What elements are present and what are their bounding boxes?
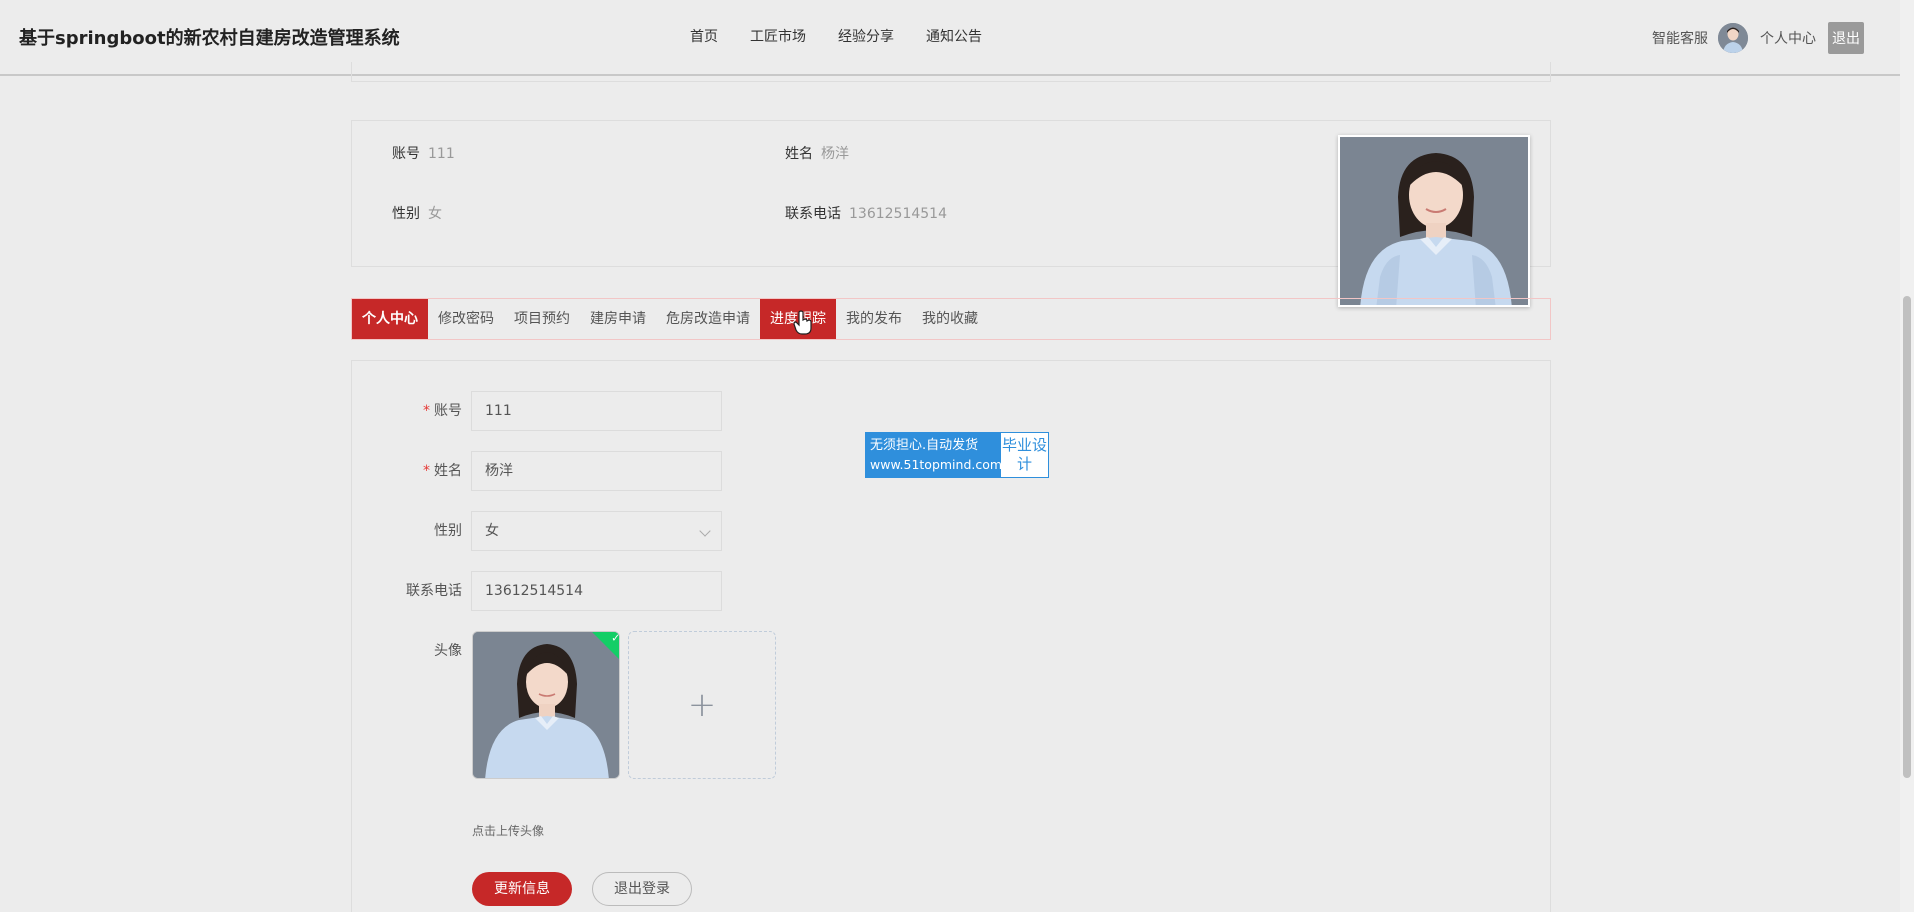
scrollbar-thumb[interactable] (1903, 296, 1911, 778)
watermark-line2: www.51topmind.com (870, 457, 1003, 472)
account-label: 账号 (434, 403, 462, 419)
watermark-line1: 无须担心.自动发货 (870, 438, 979, 453)
name-label: 姓名 (434, 463, 462, 479)
top-partial-panel (351, 62, 1551, 82)
user-center-tabs: 个人中心 修改密码 项目预约 建房申请 危房改造申请 进度跟踪 我的发布 我的收… (351, 298, 1551, 340)
avatar-upload-button[interactable]: + (628, 631, 776, 779)
gender-label: 性别 (434, 523, 462, 539)
avatar-image-icon (1718, 23, 1748, 53)
nav-craftsman-market[interactable]: 工匠市场 (750, 26, 806, 46)
watermark-side: 毕业设计 (1001, 436, 1047, 473)
hand-pointer-icon (793, 310, 812, 335)
info-gender: 性别女 (392, 206, 442, 222)
update-info-button[interactable]: 更新信息 (472, 872, 572, 906)
phone-label: 联系电话 (406, 583, 462, 599)
nav-experience-share[interactable]: 经验分享 (838, 26, 894, 46)
check-icon: ✓ (611, 631, 620, 645)
nav-notices[interactable]: 通知公告 (926, 26, 982, 46)
personal-center-link[interactable]: 个人中心 (1760, 28, 1816, 48)
gender-select[interactable]: 女 (471, 511, 722, 551)
form-row-avatar: 头像 (0, 631, 462, 671)
header-logout-button[interactable]: 退出 (1828, 22, 1864, 54)
form-row-phone: 联系电话 (0, 571, 462, 611)
account-input[interactable]: 111 (471, 391, 722, 431)
info-phone: 联系电话 13612514514 (785, 206, 947, 222)
nav-home[interactable]: 首页 (690, 26, 718, 46)
tab-build-application[interactable]: 建房申请 (580, 299, 656, 339)
watermark-banner: 无须担心.自动发货 www.51topmind.com 毕业设计 (865, 432, 1049, 478)
tab-my-favorites[interactable]: 我的收藏 (912, 299, 988, 339)
header-user-area: 智能客服 个人中心 退出 (1652, 20, 1864, 56)
info-account: 账号 111 (392, 146, 455, 162)
profile-photo (1338, 135, 1530, 307)
upload-tip: 点击上传头像 (472, 824, 545, 838)
avatar-thumbnail-image-icon (473, 632, 619, 778)
gender-select-value: 女 (485, 523, 499, 539)
tab-my-posts[interactable]: 我的发布 (836, 299, 912, 339)
phone-input[interactable]: 13612514514 (471, 571, 722, 611)
uploaded-avatar-thumbnail[interactable]: ✓ (472, 631, 620, 779)
tab-dangerous-house-application[interactable]: 危房改造申请 (656, 299, 760, 339)
plus-icon: + (687, 685, 717, 725)
logout-button[interactable]: 退出登录 (592, 872, 692, 906)
avatar[interactable] (1718, 23, 1748, 53)
form-row-gender: 性别 (0, 511, 462, 551)
page-scrollbar[interactable] (1900, 0, 1914, 912)
tab-change-password[interactable]: 修改密码 (428, 299, 504, 339)
required-mark: * (423, 463, 430, 479)
name-input[interactable]: 杨洋 (471, 451, 722, 491)
tab-project-booking[interactable]: 项目预约 (504, 299, 580, 339)
profile-photo-image-icon (1340, 137, 1528, 305)
smart-service-link[interactable]: 智能客服 (1652, 28, 1708, 48)
chevron-down-icon (699, 525, 711, 537)
form-row-account: * 账号 (0, 391, 462, 431)
avatar-label: 头像 (434, 643, 462, 659)
required-mark: * (423, 403, 430, 419)
form-row-name: * 姓名 (0, 451, 462, 491)
info-name: 姓名 杨洋 (785, 146, 849, 162)
tab-personal-center[interactable]: 个人中心 (352, 299, 428, 339)
main-nav: 首页 工匠市场 经验分享 通知公告 (690, 26, 1014, 46)
site-title: 基于springboot的新农村自建房改造管理系统 (19, 28, 400, 49)
